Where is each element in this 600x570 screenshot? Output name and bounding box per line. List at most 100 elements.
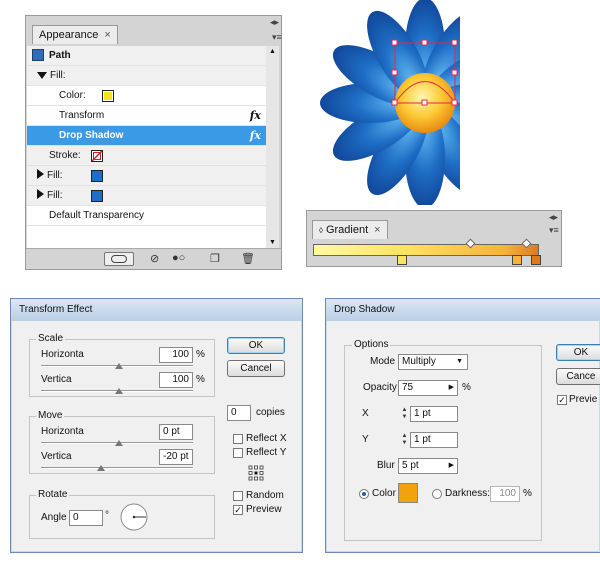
color-radio[interactable] [359,489,369,499]
appearance-scrollbar[interactable]: ▲ ▼ [266,46,279,248]
fx-icon[interactable]: fx [250,126,261,146]
scroll-down-icon[interactable]: ▼ [269,239,276,246]
disclosure-closed-icon[interactable] [37,189,44,199]
close-icon[interactable]: × [104,29,110,41]
mode-select[interactable]: Multiply ▼ [398,354,468,370]
stroke-none-swatch[interactable] [91,150,103,162]
reference-point-icon[interactable] [248,465,264,481]
gradient-panel: ◊ Gradient × ◂▸ ▾≡ [306,210,562,267]
mode-value: Multiply [402,356,436,367]
color-row[interactable]: Color: [27,86,267,106]
color-swatch[interactable] [102,90,114,102]
blur-value: 5 pt [402,460,419,471]
move-horizontal-label: Horizonta [41,426,84,437]
scroll-up-icon[interactable]: ▲ [269,48,276,55]
chevron-down-icon[interactable]: ▼ [456,355,463,369]
y-offset-input[interactable]: 1 pt [410,432,458,448]
move-vertical-input[interactable]: -20 pt [159,449,193,465]
preview-checkbox[interactable]: ✓ [557,395,567,405]
scale-horizontal-input[interactable]: 100 [159,347,193,363]
fill-label: Fill: [50,70,66,81]
default-transparency-label: Default Transparency [49,210,145,221]
percent-label: % [462,382,471,393]
rotate-group-label: Rotate [36,489,70,500]
darkness-radio[interactable] [432,489,442,499]
gradient-slider[interactable] [313,244,539,256]
reduce-basic-icon[interactable]: ●○ [172,252,185,264]
random-checkbox[interactable] [233,491,243,501]
y-offset-stepper[interactable]: ▲ ▼ [400,433,409,447]
reflect-y-checkbox[interactable] [233,448,243,458]
mode-label: Mode [370,356,396,367]
ok-button[interactable]: OK [556,344,600,361]
disclosure-closed-icon[interactable] [37,169,44,179]
tab-gradient[interactable]: ◊ Gradient × [312,220,388,239]
percent-label: % [523,488,532,499]
panel-menu-icon[interactable]: ▾≡ [272,32,282,43]
fill-row-yellow[interactable]: Fill: [27,66,267,86]
move-horizontal-input[interactable]: 0 pt [159,424,193,440]
collapse-panel-icon[interactable]: ◂▸ [270,17,279,28]
slider-thumb[interactable] [115,388,123,394]
appearance-header-row[interactable]: Path [27,46,267,66]
reflect-x-checkbox[interactable] [233,434,243,444]
scale-vertical-input[interactable]: 100 [159,372,193,388]
panel-menu-icon[interactable]: ▾≡ [549,225,559,236]
stroke-row[interactable]: Stroke: [27,146,267,166]
opacity-input[interactable]: 75 ▶ [398,380,458,396]
cancel-button[interactable]: Cance [556,368,600,385]
fill-swatch-blue[interactable] [91,190,103,202]
slider-thumb[interactable] [97,465,105,471]
clear-appearance-icon[interactable]: ⊘ [150,252,159,265]
path-label: Path [49,50,71,61]
dialog-title: Transform Effect [11,299,302,321]
reflect-x-label: Reflect X [246,433,287,444]
drop-shadow-row[interactable]: Drop Shadow fx [27,126,267,146]
disclosure-open-icon[interactable] [37,72,47,79]
shadow-color-swatch[interactable] [398,483,418,503]
fill-swatch-blue[interactable] [91,170,103,182]
transform-row[interactable]: Transform fx [27,106,267,126]
x-offset-input[interactable]: 1 pt [410,406,458,422]
gradient-stop[interactable] [512,255,522,265]
toggle-new-art-icon[interactable] [104,252,134,266]
slider-thumb[interactable] [115,363,123,369]
darkness-input[interactable]: 100 [490,486,520,502]
preview-checkbox[interactable]: ✓ [233,505,243,515]
drop-shadow-label: Drop Shadow [59,130,124,141]
appearance-footer: ⊘ ●○ ❐ 🗑 [26,248,281,269]
gradient-stop[interactable] [397,255,407,265]
chevron-right-icon[interactable]: ▶ [449,459,454,473]
darkness-label: Darkness: [445,488,491,499]
close-icon[interactable]: × [374,224,380,236]
x-offset-stepper[interactable]: ▲ ▼ [400,407,409,421]
fill-row-blue-2[interactable]: Fill: [27,186,267,206]
fill-row-blue-1[interactable]: Fill: [27,166,267,186]
tab-appearance[interactable]: Appearance × [32,25,118,44]
copies-input[interactable]: 0 [227,405,251,421]
slider-thumb[interactable] [115,440,123,446]
chevron-right-icon[interactable]: ▶ [449,381,454,395]
fill-label: Fill: [47,170,63,181]
duplicate-item-icon[interactable]: ❐ [210,252,220,265]
default-transparency-row[interactable]: Default Transparency [27,206,267,226]
panel-options-icon[interactable]: ◊ [319,226,323,235]
opacity-value: 75 [402,382,414,393]
move-vertical-slider[interactable] [41,467,193,469]
fx-icon[interactable]: fx [250,106,261,126]
angle-input[interactable]: 0 [69,510,103,526]
options-group-label: Options [352,339,391,350]
copies-label: copies [256,407,285,418]
cancel-button[interactable]: Cancel [227,360,285,377]
ok-button[interactable]: OK [227,337,285,354]
appearance-panel: Appearance × ◂▸ ▾≡ Path Fill: Color: Tran… [25,15,282,270]
drop-shadow-dialog: Drop Shadow Options Mode Multiply ▼ Opac… [325,298,600,553]
angle-dial[interactable] [119,502,149,532]
tab-gradient-label: Gradient [325,224,369,236]
path-icon [32,49,44,61]
trash-icon[interactable]: 🗑 [241,252,255,265]
collapse-panel-icon[interactable]: ◂▸ [549,212,558,223]
blur-input[interactable]: 5 pt ▶ [398,458,458,474]
gradient-stop[interactable] [531,255,541,265]
transform-effect-dialog: Transform Effect Scale Horizonta 100 % V… [10,298,303,553]
